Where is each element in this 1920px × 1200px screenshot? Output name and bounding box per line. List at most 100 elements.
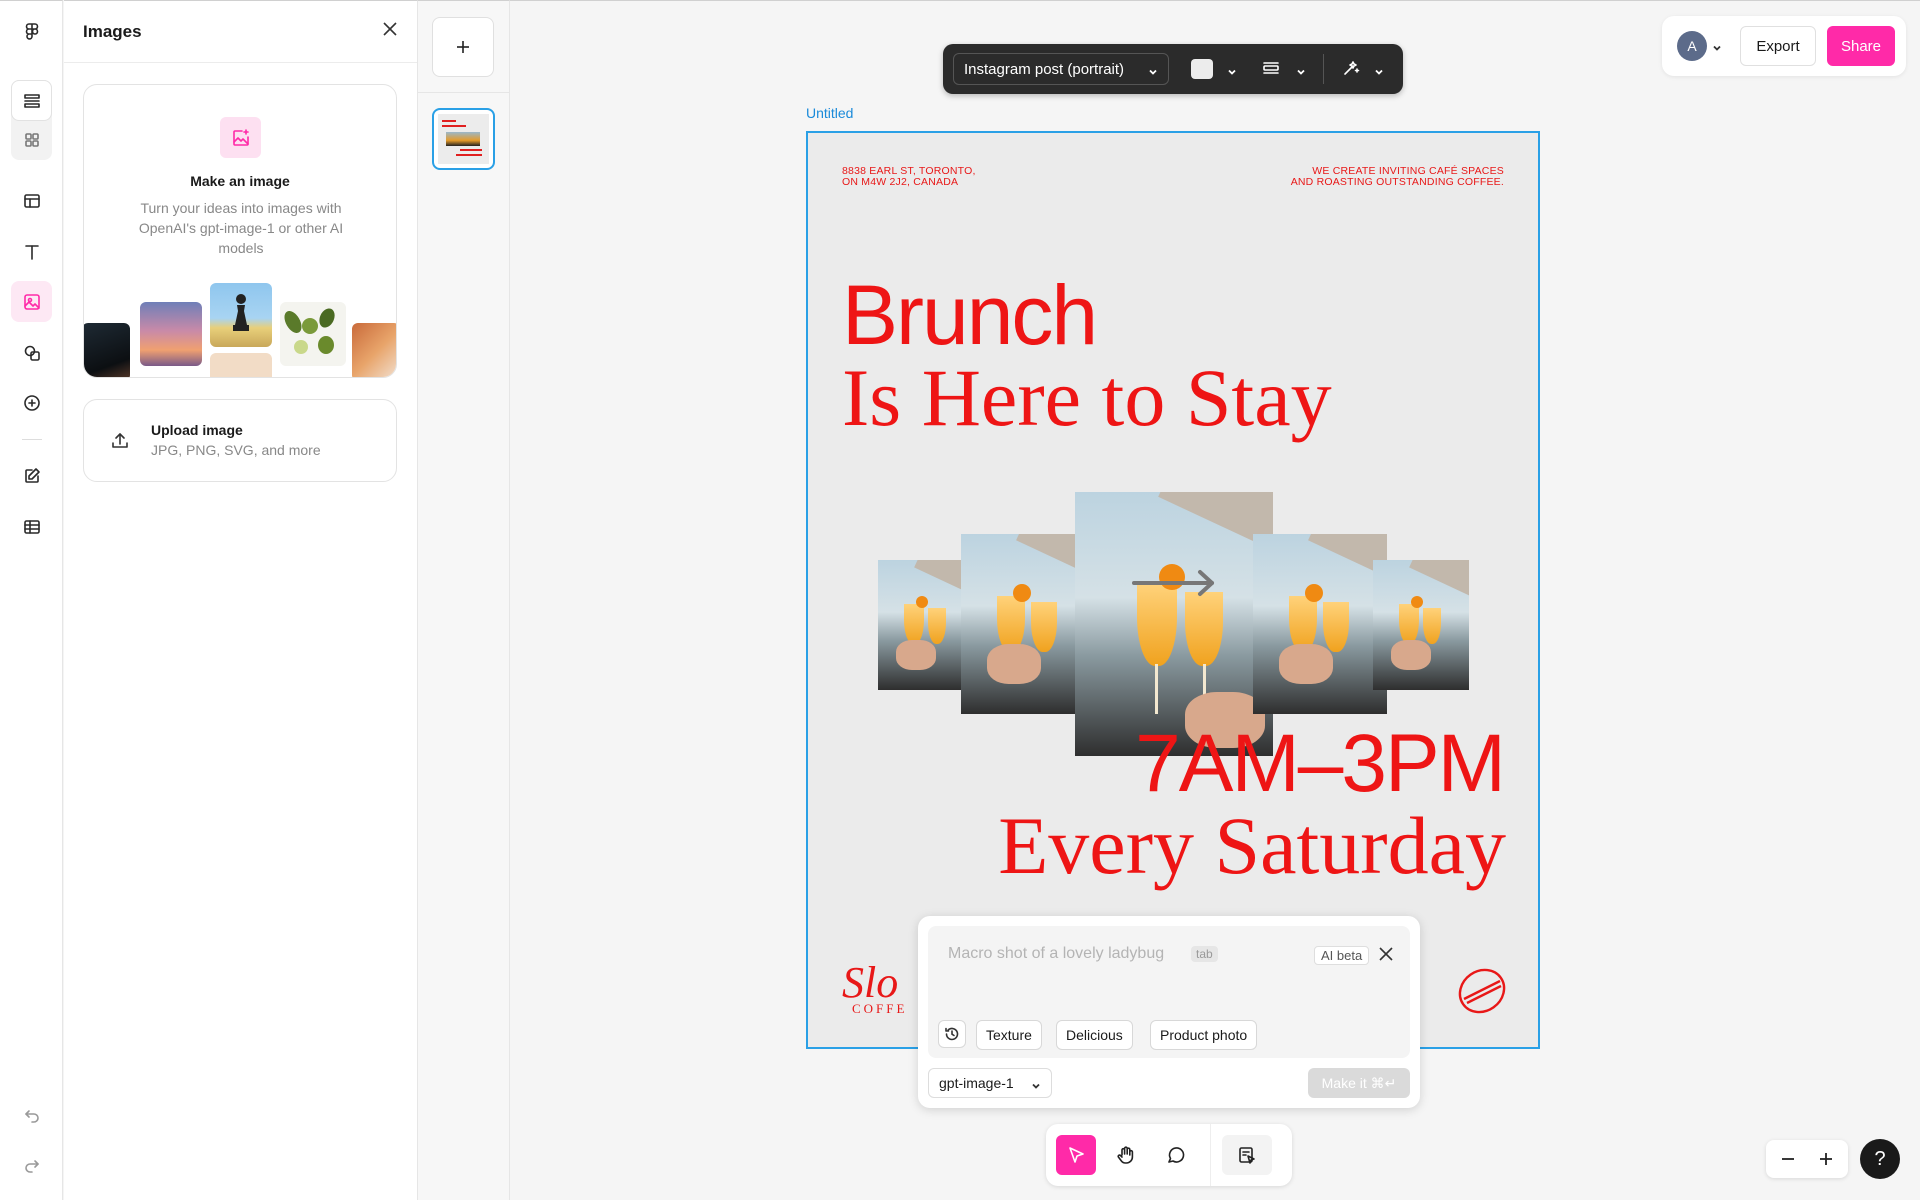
chevron-down-icon xyxy=(1148,64,1158,81)
sample-image-sunset xyxy=(140,302,202,366)
pages-column xyxy=(418,0,510,1200)
address-text[interactable]: 8838 EARL ST, TORONTO, ON M4W 2J2, CANAD… xyxy=(842,166,976,188)
close-icon[interactable] xyxy=(1378,946,1394,967)
text-icon[interactable] xyxy=(11,231,52,272)
plus-icon xyxy=(457,41,469,53)
comment-tool-icon[interactable] xyxy=(1156,1135,1196,1175)
select-tool-icon[interactable] xyxy=(1056,1135,1096,1175)
artboard-toolbar: Instagram post (portrait) xyxy=(943,44,1403,94)
hours-text[interactable]: 7AM–3PM xyxy=(1135,723,1506,805)
undo-icon[interactable] xyxy=(11,1094,52,1135)
ai-prompt-popover: Macro shot of a lovely ladybug tab AI be… xyxy=(918,916,1420,1108)
sample-image-chess xyxy=(210,283,272,347)
tagline-line-2: AND ROASTING OUTSTANDING COFFEE. xyxy=(1290,176,1504,188)
top-right-controls: A Export Share xyxy=(1662,16,1906,76)
tagline-text[interactable]: WE CREATE INVITING CAFÉ SPACES AND ROAST… xyxy=(1291,166,1504,188)
sample-image-beige xyxy=(210,353,272,377)
zoom-in-icon[interactable] xyxy=(1816,1149,1836,1169)
ai-beta-badge: AI beta xyxy=(1314,946,1370,965)
grid-icon[interactable] xyxy=(11,119,52,160)
mimosa-photo[interactable] xyxy=(1373,560,1469,690)
cafe-logo-sub: COFFE xyxy=(852,1001,908,1016)
chevron-down-icon[interactable] xyxy=(1227,64,1237,82)
thumb-headline-mark xyxy=(442,120,456,122)
hand-tool-icon[interactable] xyxy=(1106,1135,1146,1175)
headline-subtitle[interactable]: Is Here to Stay xyxy=(842,353,1332,443)
make-image-title: Make an image xyxy=(190,173,290,189)
rail-divider xyxy=(22,439,42,440)
widget-tool-icon[interactable] xyxy=(1222,1135,1272,1175)
layout-icon[interactable] xyxy=(11,180,52,221)
upload-image-subtitle: JPG, PNG, SVG, and more xyxy=(151,442,321,458)
sample-image-portrait xyxy=(84,323,130,377)
sample-image-avocado xyxy=(280,302,346,366)
coffee-bean-logo-icon[interactable] xyxy=(1456,965,1508,1017)
magic-wand-icon[interactable] xyxy=(1341,58,1361,78)
help-button[interactable]: ? xyxy=(1860,1139,1900,1179)
add-page-button[interactable] xyxy=(432,17,494,77)
day-text[interactable]: Every Saturday xyxy=(998,801,1506,891)
panel-header: Images xyxy=(64,1,417,63)
panel-title: Images xyxy=(83,21,142,41)
add-circle-icon[interactable] xyxy=(11,382,52,423)
image-sparkle-icon xyxy=(220,117,261,158)
prompt-input-area[interactable]: Macro shot of a lovely ladybug tab AI be… xyxy=(928,926,1410,1058)
tab-hint: tab xyxy=(1191,946,1218,962)
size-preset-label: Instagram post (portrait) xyxy=(964,60,1125,78)
left-rail xyxy=(0,0,63,1200)
toolbar-divider xyxy=(1323,54,1324,84)
chevron-down-icon[interactable] xyxy=(1374,64,1384,82)
model-select[interactable]: gpt-image-1 xyxy=(928,1068,1052,1098)
make-image-card[interactable]: Make an image Turn your ideas into image… xyxy=(83,84,397,378)
thumb-photo-mark xyxy=(446,132,480,146)
sample-thumbnails xyxy=(84,283,396,377)
zoom-out-icon[interactable] xyxy=(1778,1149,1798,1169)
edit-icon[interactable] xyxy=(11,455,52,496)
model-select-label: gpt-image-1 xyxy=(939,1075,1014,1091)
address-line-2: ON M4W 2J2, CANADA xyxy=(842,176,959,188)
chevron-down-icon[interactable] xyxy=(1712,40,1722,58)
prompt-chip-delicious[interactable]: Delicious xyxy=(1056,1020,1133,1050)
zoom-controls xyxy=(1766,1140,1848,1178)
mimosa-photo-center[interactable] xyxy=(1075,492,1273,756)
toolbar-divider xyxy=(1210,1124,1211,1186)
redo-icon[interactable] xyxy=(11,1144,52,1185)
background-color-swatch[interactable] xyxy=(1191,59,1213,79)
sample-image-product xyxy=(352,323,396,377)
page-thumbnail-preview xyxy=(438,114,489,164)
figma-logo-icon[interactable] xyxy=(11,11,52,52)
chevron-down-icon xyxy=(1031,1078,1041,1094)
upload-image-card[interactable]: Upload image JPG, PNG, SVG, and more xyxy=(83,399,397,482)
share-button[interactable]: Share xyxy=(1827,26,1895,66)
prompt-input[interactable]: Macro shot of a lovely ladybug xyxy=(948,945,1164,963)
avatar[interactable]: A xyxy=(1677,31,1707,61)
bottom-toolbar xyxy=(1046,1124,1292,1186)
pages-divider xyxy=(418,92,510,93)
make-it-button[interactable]: Make it ⌘↵ xyxy=(1308,1068,1410,1098)
mimosa-photo[interactable] xyxy=(878,560,974,690)
headline-brunch[interactable]: Brunch xyxy=(842,273,1098,357)
prompt-chip-texture[interactable]: Texture xyxy=(976,1020,1042,1050)
prompt-chip-product-photo[interactable]: Product photo xyxy=(1150,1020,1258,1050)
layers-icon[interactable] xyxy=(11,80,52,121)
images-panel: Images Make an image Turn your ideas int… xyxy=(64,0,418,1200)
mimosa-photo[interactable] xyxy=(1253,534,1387,714)
upload-icon xyxy=(110,431,130,451)
history-icon[interactable] xyxy=(938,1020,966,1048)
artboard-name[interactable]: Untitled xyxy=(806,105,853,121)
upload-image-title: Upload image xyxy=(151,422,243,438)
shapes-icon[interactable] xyxy=(11,332,52,373)
image-icon[interactable] xyxy=(11,281,52,322)
thumb-day-mark xyxy=(456,154,482,156)
make-image-description: Turn your ideas into images with OpenAI'… xyxy=(138,200,344,256)
thumb-headline-mark xyxy=(442,125,466,127)
size-preset-select[interactable]: Instagram post (portrait) xyxy=(953,53,1169,85)
thumb-hours-mark xyxy=(460,149,482,151)
page-thumbnail[interactable] xyxy=(432,108,495,170)
export-button[interactable]: Export xyxy=(1740,26,1816,66)
artboard[interactable]: 8838 EARL ST, TORONTO, ON M4W 2J2, CANAD… xyxy=(806,131,1540,1049)
table-icon[interactable] xyxy=(11,506,52,547)
close-icon[interactable] xyxy=(381,20,399,43)
align-icon[interactable] xyxy=(1261,58,1281,78)
chevron-down-icon[interactable] xyxy=(1296,64,1306,82)
